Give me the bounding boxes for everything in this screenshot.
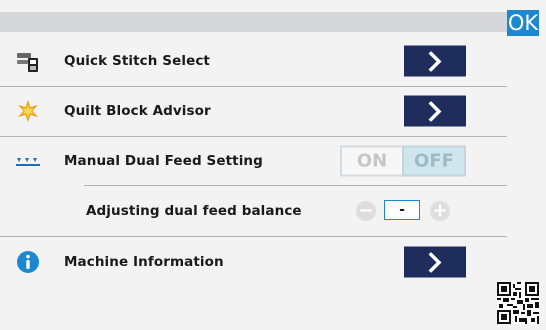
dual-feed-off-button[interactable]: OFF: [402, 145, 466, 177]
row-quilt-block-advisor: Quilt Block Advisor: [0, 86, 507, 136]
ok-button[interactable]: OK: [507, 10, 539, 36]
quilt-block-icon: [18, 100, 38, 122]
chevron-right-icon: [428, 51, 442, 71]
row-machine-information: Machine Information: [0, 237, 507, 287]
machine-information-label: Machine Information: [64, 254, 224, 270]
quick-stitch-icon: [17, 53, 38, 72]
header-bar: [0, 12, 507, 32]
chevron-right-icon: [428, 252, 442, 272]
chevron-right-icon: [428, 101, 442, 121]
sub-divider: [84, 185, 507, 186]
info-icon: [17, 251, 39, 273]
quick-stitch-select-label: Quick Stitch Select: [64, 53, 210, 69]
dual-feed-toggle: ON OFF: [340, 145, 466, 177]
quilt-block-advisor-arrow-button[interactable]: [404, 95, 466, 127]
dual-feed-on-button[interactable]: ON: [340, 145, 402, 177]
manual-dual-feed-label: Manual Dual Feed Setting: [64, 153, 263, 169]
decrease-button[interactable]: −: [356, 201, 376, 221]
dual-feed-balance-value: -: [384, 200, 420, 220]
dual-feed-balance-label: Adjusting dual feed balance: [86, 203, 302, 219]
row-quick-stitch-select: Quick Stitch Select: [0, 36, 507, 86]
qr-code-icon[interactable]: [497, 282, 539, 324]
machine-information-arrow-button[interactable]: [404, 246, 466, 278]
minus-icon: −: [358, 200, 374, 221]
dual-feed-icon: [16, 158, 40, 166]
increase-button[interactable]: +: [430, 201, 450, 221]
quick-stitch-select-arrow-button[interactable]: [404, 45, 466, 77]
row-manual-dual-feed: Manual Dual Feed Setting ON OFF: [0, 136, 507, 186]
plus-icon: +: [432, 200, 448, 221]
dual-feed-balance-stepper: − - +: [356, 200, 458, 222]
row-dual-feed-balance: Adjusting dual feed balance − - +: [0, 186, 507, 236]
quilt-block-advisor-label: Quilt Block Advisor: [64, 103, 211, 119]
